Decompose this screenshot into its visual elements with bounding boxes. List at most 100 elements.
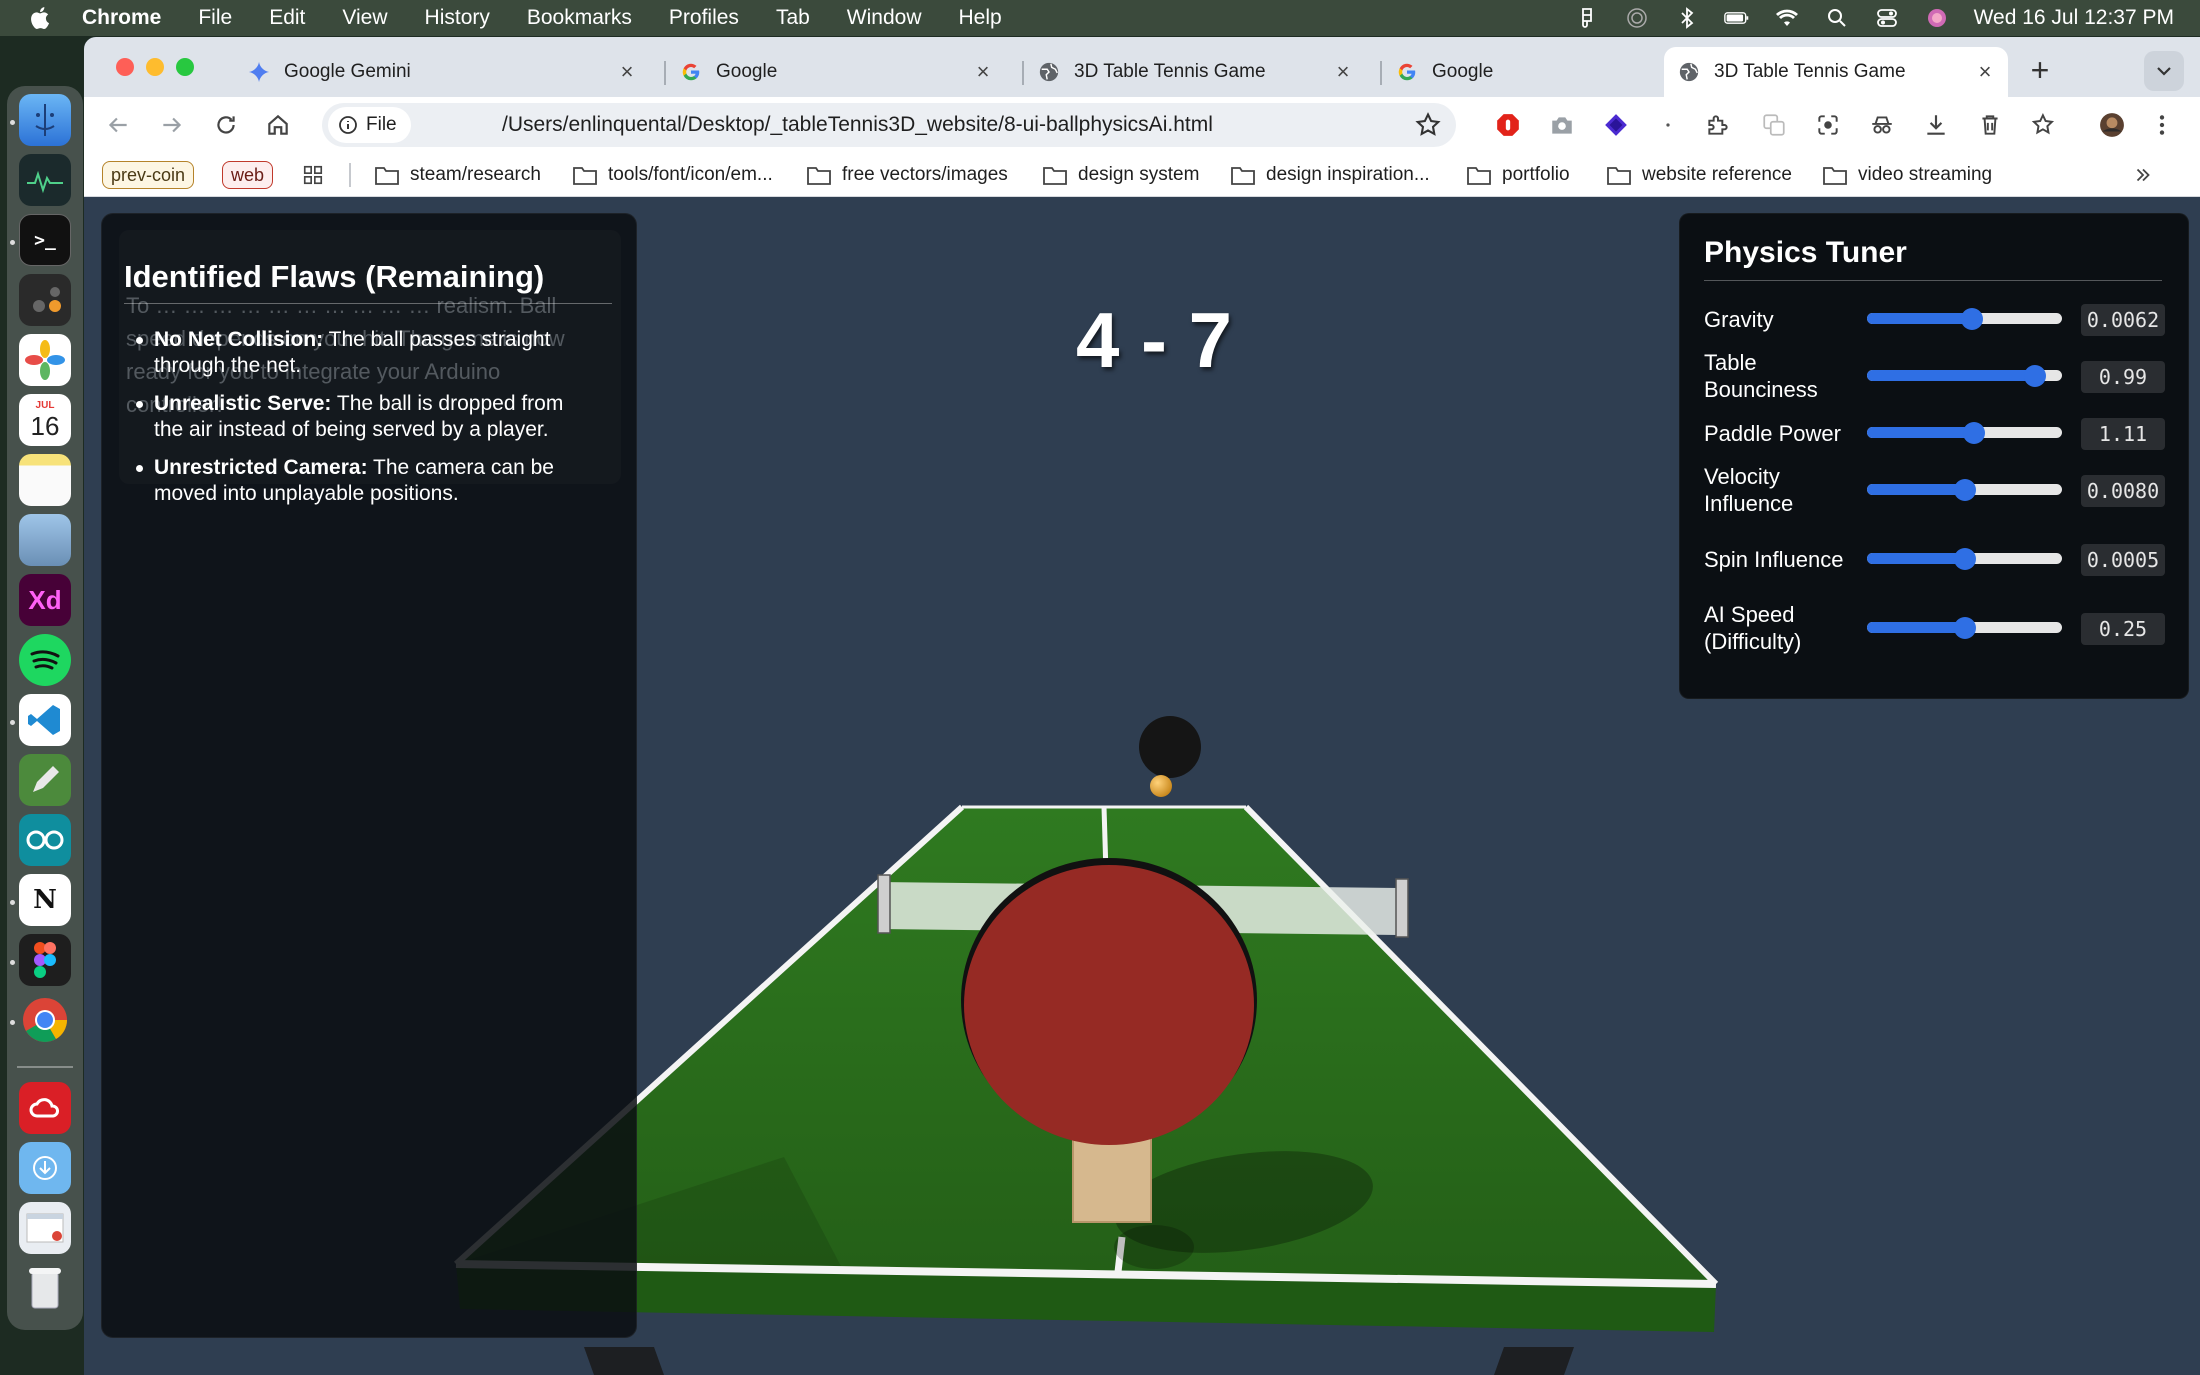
notes-icon[interactable] (19, 454, 71, 506)
favorites-button[interactable] (2026, 107, 2062, 143)
xd-label: Xd (28, 584, 62, 615)
bookmark-folder-label: portfolio (1502, 164, 1570, 185)
calculator-icon[interactable] (19, 274, 71, 326)
bookmark-folder-steam-research[interactable]: steam/research (374, 159, 541, 191)
control-center-icon[interactable] (1874, 6, 1900, 30)
profile-avatar-button[interactable] (2094, 107, 2130, 143)
delete-extension-button[interactable] (1972, 107, 2008, 143)
menu-history[interactable]: History (425, 6, 490, 30)
close-window-button[interactable] (116, 58, 134, 76)
notion-icon[interactable]: N (19, 874, 71, 926)
bounciness-slider-thumb[interactable] (2023, 365, 2046, 387)
menu-file[interactable]: File (198, 6, 232, 30)
battery-icon[interactable] (1723, 6, 1750, 30)
spin-influence-slider-thumb[interactable] (1953, 548, 1976, 570)
bookmark-folder-design-inspiration[interactable]: design inspiration... (1230, 159, 1430, 191)
bookmark-star-icon[interactable] (1414, 111, 1442, 139)
bookmark-pill-web[interactable]: web (222, 161, 274, 189)
lens-button[interactable] (1810, 107, 1846, 143)
bookmark-folder-tools[interactable]: tools/font/icon/em... (572, 159, 773, 191)
chrome-menu-button[interactable] (2144, 107, 2180, 143)
maximize-window-button[interactable] (176, 58, 194, 76)
incognito-extension-button[interactable] (1864, 107, 1900, 143)
creative-cloud-icon[interactable] (19, 1082, 71, 1134)
vscode-icon[interactable] (19, 694, 71, 746)
menu-profiles[interactable]: Profiles (669, 6, 739, 30)
game-viewport[interactable]: 4 - 7 To … … … … … … … … … … realism. Ba… (84, 197, 2200, 1375)
extensions-button[interactable] (1700, 107, 1736, 143)
chrome-icon[interactable] (19, 994, 71, 1046)
photos-icon[interactable] (19, 334, 71, 386)
layers-extension-button[interactable] (1598, 107, 1634, 143)
new-tab-button[interactable]: + (2020, 51, 2060, 91)
apple-icon[interactable] (28, 5, 54, 31)
tab-close-icon[interactable]: × (1970, 59, 2000, 85)
tab-close-icon[interactable]: × (612, 59, 642, 85)
airdrop-icon[interactable] (1624, 6, 1650, 30)
bookmark-folder-video-streaming[interactable]: video streaming (1822, 159, 1992, 191)
menu-view[interactable]: View (342, 6, 387, 30)
folder-icon (1043, 167, 1067, 185)
tab-close-icon[interactable]: × (968, 59, 998, 85)
figma-status-icon[interactable] (1574, 6, 1600, 30)
bookmark-folder-label: design system (1078, 164, 1200, 185)
activity-monitor-icon[interactable] (19, 154, 71, 206)
tab-search-button[interactable] (2144, 51, 2184, 91)
figma-icon[interactable] (19, 934, 71, 986)
minimize-window-button[interactable] (146, 58, 164, 76)
wifi-icon[interactable] (1774, 6, 1800, 30)
clock[interactable]: Wed 16 Jul 12:37 PM (1974, 6, 2174, 30)
preview-icon[interactable] (19, 514, 71, 566)
ai-speed-slider-thumb[interactable] (1953, 617, 1976, 639)
screenshot-extension-button[interactable] (1544, 107, 1580, 143)
menu-tab[interactable]: Tab (776, 6, 810, 30)
downloads-button[interactable] (1918, 107, 1954, 143)
forward-button[interactable] (154, 107, 190, 143)
menu-app-name[interactable]: Chrome (82, 6, 161, 30)
gravity-slider-thumb[interactable] (1961, 308, 1984, 330)
trash-icon[interactable] (19, 1262, 71, 1314)
terminal-icon[interactable]: >_ (19, 214, 71, 266)
pencil-app-icon[interactable] (19, 754, 71, 806)
url-text[interactable]: /Users/enlinquental/Desktop/_tableTennis… (502, 103, 1213, 147)
adobe-xd-icon[interactable]: Xd (19, 574, 71, 626)
more-bookmarks-button[interactable] (2130, 159, 2156, 191)
recent-window-thumbnail[interactable] (19, 1202, 71, 1254)
finder-icon[interactable] (19, 94, 71, 146)
bookmark-pill-prev-coin[interactable]: prev-coin (102, 161, 195, 189)
velocity-influence-slider-thumb[interactable] (1953, 479, 1976, 501)
adblock-extension-button[interactable] (1490, 107, 1526, 143)
bookmark-folder-website-reference[interactable]: website reference (1606, 159, 1792, 191)
tab-3d-table-tennis-game[interactable]: 3D Table Tennis Game × (1024, 47, 1366, 97)
arduino-icon[interactable] (19, 814, 71, 866)
slider-fill (1867, 484, 1965, 495)
site-info-chip[interactable]: File (328, 107, 411, 143)
tab-google[interactable]: Google × (666, 47, 1006, 97)
spotlight-search-icon[interactable] (1824, 6, 1850, 30)
dot-extension-button[interactable] (1650, 107, 1686, 143)
paddle-power-slider-thumb[interactable] (1963, 422, 1986, 444)
translate-button[interactable] (1756, 107, 1792, 143)
home-button[interactable] (260, 107, 296, 143)
tab-google-gemini[interactable]: Google Gemini × (234, 47, 650, 97)
menu-window[interactable]: Window (847, 6, 922, 30)
bookmark-folder-free-vectors[interactable]: free vectors/images (806, 159, 1008, 191)
menu-edit[interactable]: Edit (269, 6, 305, 30)
downloads-folder-icon[interactable] (19, 1142, 71, 1194)
bookmark-folder-design-system[interactable]: design system (1042, 159, 1199, 191)
tab-3d-table-tennis-game-active[interactable]: 3D Table Tennis Game × (1664, 47, 2008, 97)
chevron-down-icon (2157, 67, 2171, 76)
tab-close-icon[interactable]: × (1328, 59, 1358, 85)
reload-button[interactable] (208, 107, 244, 143)
menu-help[interactable]: Help (959, 6, 1002, 30)
back-button[interactable] (100, 107, 136, 143)
calendar-icon[interactable]: JUL 16 (19, 394, 71, 446)
spotify-icon[interactable] (19, 634, 71, 686)
apps-grid-button[interactable] (300, 159, 326, 191)
address-bar[interactable]: File /Users/enlinquental/Desktop/_tableT… (322, 103, 1456, 147)
bookmark-folder-portfolio[interactable]: portfolio (1466, 159, 1570, 191)
bluetooth-icon[interactable] (1674, 6, 1700, 30)
net-post-right (1395, 878, 1409, 938)
siri-icon[interactable] (1924, 6, 1950, 30)
menu-bookmarks[interactable]: Bookmarks (527, 6, 632, 30)
